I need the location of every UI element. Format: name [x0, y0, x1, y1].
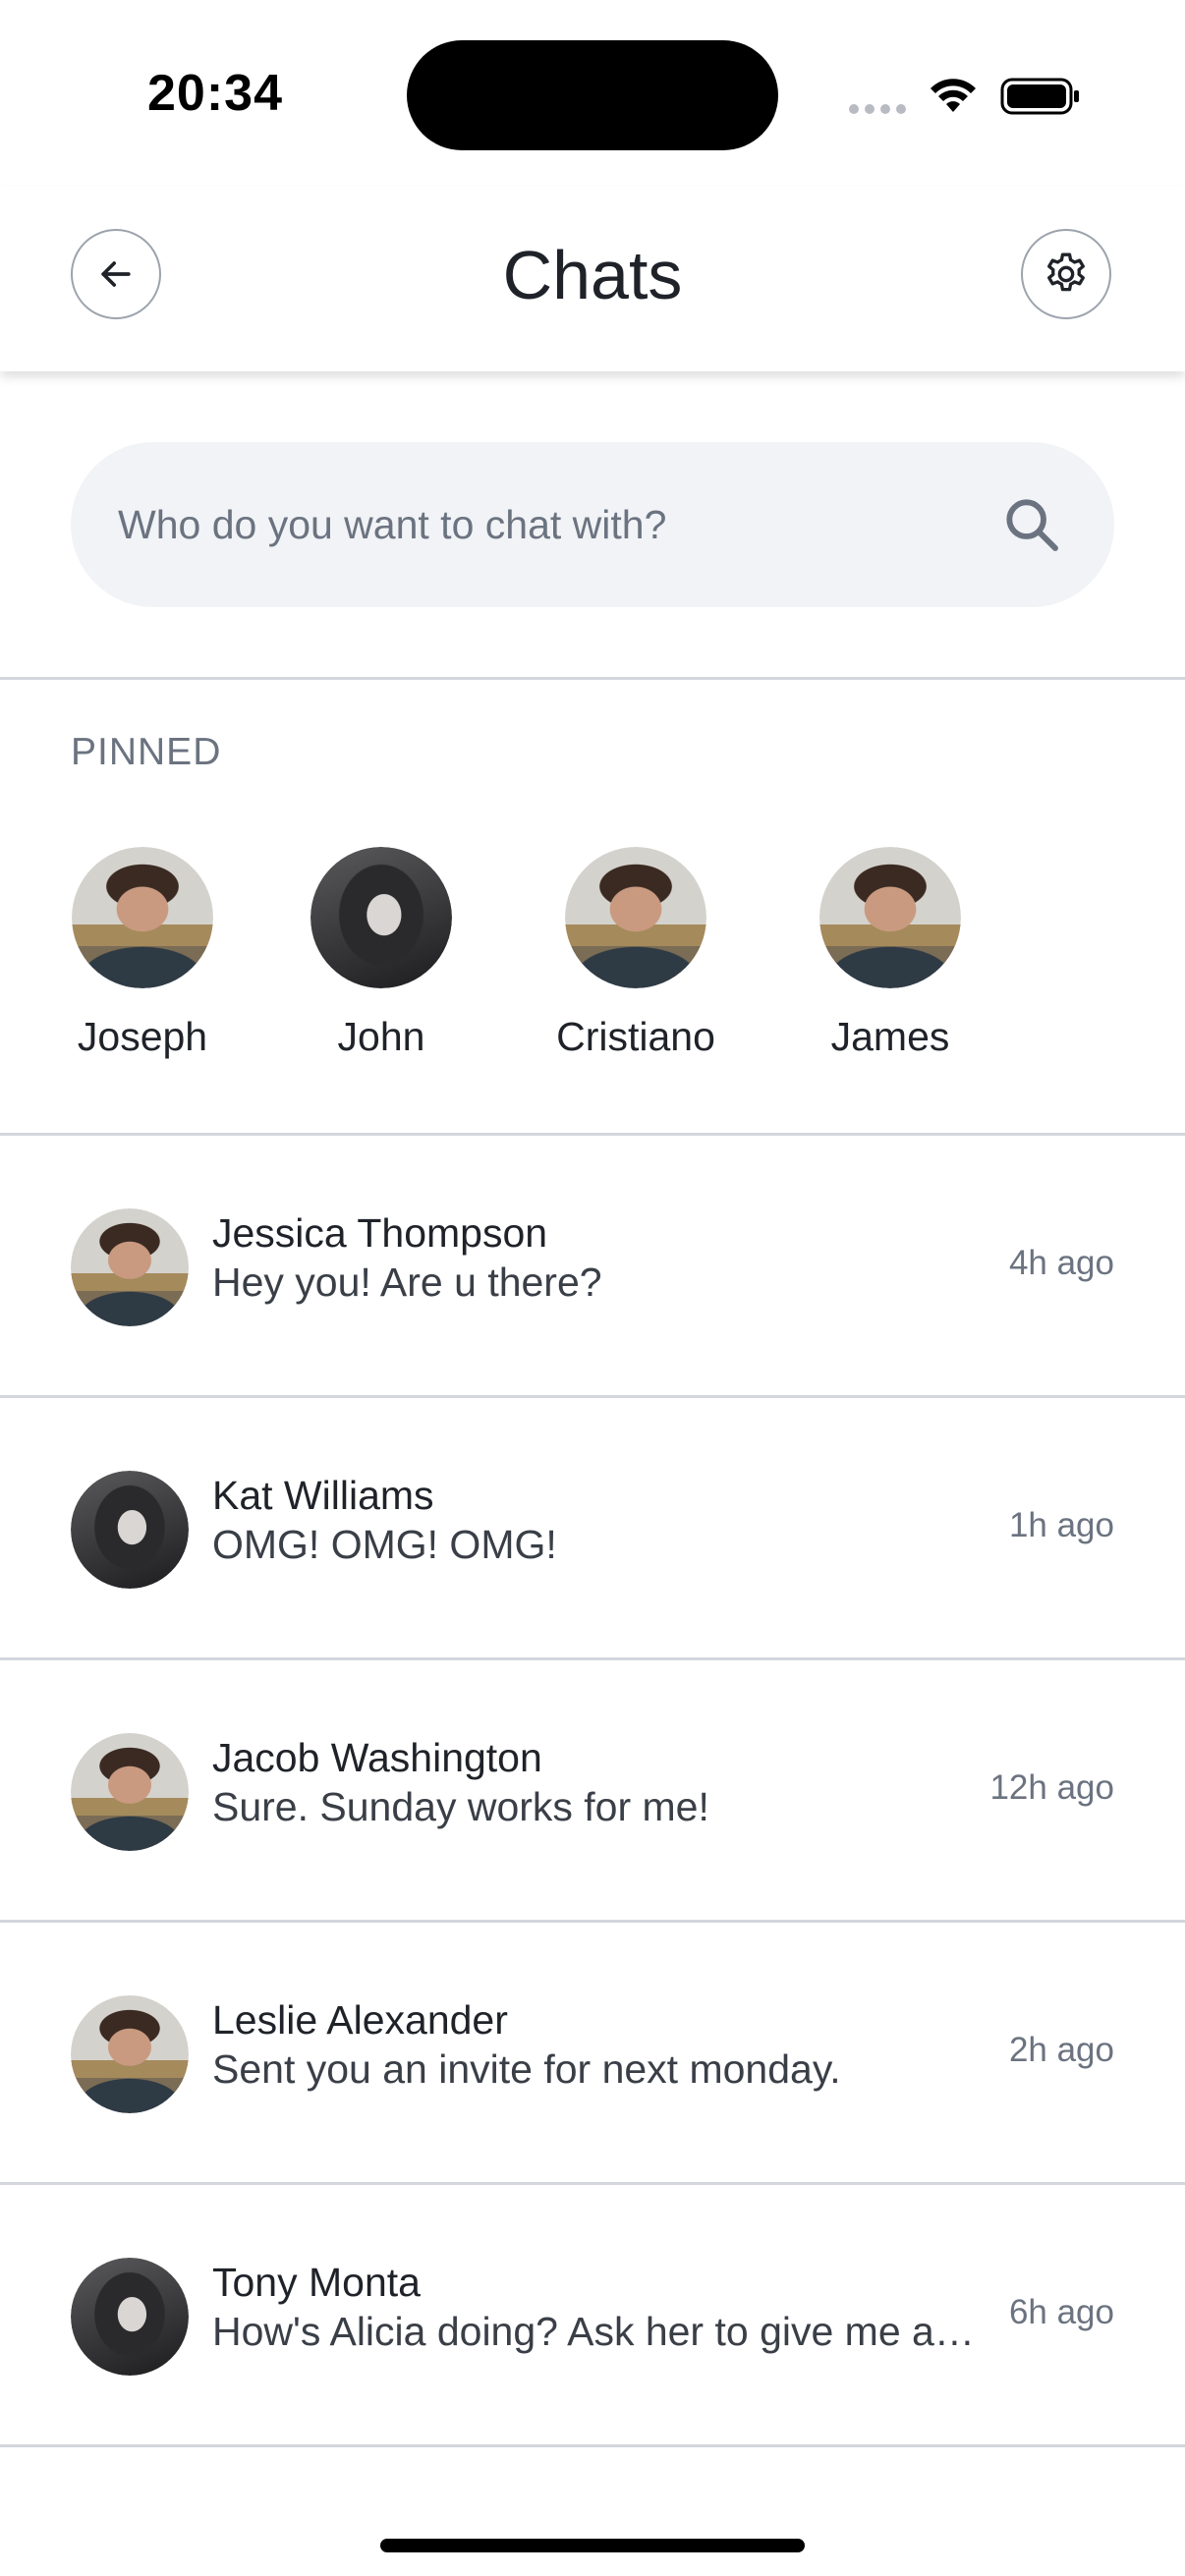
pinned-contact[interactable]: Joseph: [44, 847, 241, 1060]
pinned-contact-name: Cristiano: [556, 1014, 715, 1059]
chat-list-item[interactable]: Kat Williams OMG! OMG! OMG! 1h ago: [0, 1398, 1185, 1657]
search-box: [71, 442, 1114, 607]
chat-list-item[interactable]: Leslie Alexander Sent you an invite for …: [0, 1923, 1185, 2182]
chat-last-message: Sent you an invite for next monday.: [212, 2046, 841, 2092]
chat-contact-name: Leslie Alexander: [212, 1997, 508, 2043]
pinned-section-label: PINNED: [71, 731, 222, 773]
chat-last-message: Sure. Sunday works for me!: [212, 1784, 709, 1829]
chat-last-message: OMG! OMG! OMG!: [212, 1522, 557, 1567]
chat-contact-name: Kat Williams: [212, 1473, 434, 1518]
chat-last-message: Hey you! Are u there?: [212, 1260, 602, 1305]
pinned-contact[interactable]: James: [792, 847, 988, 1060]
pinned-contact-name: Joseph: [77, 1014, 208, 1059]
avatar: [71, 1208, 189, 1326]
header: Chats: [0, 187, 1185, 371]
chat-contact-name: Tony Monta: [212, 2260, 421, 2305]
chat-list-item[interactable]: Tony Monta How's Alicia doing? Ask her t…: [0, 2185, 1185, 2444]
chat-contact-name: Jessica Thompson: [212, 1210, 548, 1256]
cellular-signal-icon: [849, 104, 906, 114]
page-title: Chats: [502, 237, 683, 313]
status-time: 20:34: [147, 65, 283, 122]
pinned-contact-name: John: [337, 1014, 425, 1059]
chat-timestamp: 4h ago: [1008, 1244, 1114, 1282]
settings-button[interactable]: [1021, 229, 1111, 319]
gear-icon: [1047, 252, 1085, 292]
chat-timestamp: 2h ago: [1008, 2031, 1114, 2069]
wifi-icon: [931, 79, 976, 112]
chat-timestamp: 12h ago: [989, 1768, 1114, 1807]
avatar: [310, 847, 452, 988]
status-bar: 20:34: [0, 0, 1185, 187]
chat-timestamp: 6h ago: [1008, 2293, 1114, 2331]
search-icon[interactable]: [1000, 493, 1063, 556]
divider: [0, 677, 1185, 680]
avatar: [819, 847, 961, 988]
avatar: [71, 1471, 189, 1589]
pinned-contact[interactable]: Cristiano: [537, 847, 734, 1060]
chat-timestamp: 1h ago: [1008, 1506, 1114, 1544]
home-indicator[interactable]: [380, 2539, 805, 2552]
pinned-contact-name: James: [830, 1014, 950, 1059]
avatar: [71, 1995, 189, 2113]
pinned-contact[interactable]: John: [283, 847, 480, 1060]
chat-list-item[interactable]: Jessica Thompson Hey you! Are u there? 4…: [0, 1136, 1185, 1395]
dynamic-island: [407, 40, 778, 150]
avatar: [72, 847, 213, 988]
avatar: [71, 1733, 189, 1851]
chat-contact-name: Jacob Washington: [212, 1735, 542, 1780]
battery-icon: [1000, 78, 1079, 115]
avatar: [71, 2258, 189, 2376]
chat-list-item[interactable]: Jacob Washington Sure. Sunday works for …: [0, 1660, 1185, 1920]
chat-last-message: How's Alicia doing? Ask her to give me a…: [212, 2309, 979, 2354]
divider: [0, 2444, 1185, 2447]
avatar: [565, 847, 706, 988]
search-input[interactable]: [118, 442, 1002, 607]
